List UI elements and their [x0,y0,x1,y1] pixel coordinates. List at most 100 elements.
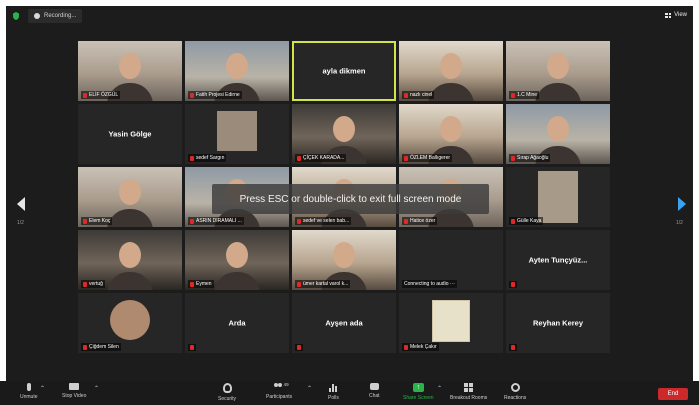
mic-muted-icon [83,92,87,98]
participant-tile[interactable]: Eymen [185,230,289,290]
participant-display-name: Reyhan Kerey [532,318,584,328]
participant-tile[interactable]: Çiğdem Silen [78,293,182,353]
participant-tile[interactable]: nazlı cinel [399,41,503,101]
mic-muted-icon [190,281,194,287]
participant-video-face [226,53,248,79]
unmute-button[interactable]: Unmute [20,383,38,400]
chat-label: Chat [369,393,380,399]
participant-name-text: vertuğ [89,281,103,287]
participant-tile[interactable]: Melek Çakır [399,293,503,353]
security-button[interactable]: Security [218,383,236,402]
recording-indicator[interactable]: Recording... [28,9,83,23]
mic-muted-icon [297,345,301,350]
fullscreen-notice: Press ESC or double-click to exit full s… [212,184,489,214]
participant-tile[interactable]: Arda [185,293,289,353]
mic-muted-icon [83,281,87,287]
participants-label: Participants [266,394,293,400]
participant-tile[interactable]: ümer kartal varol k... [292,230,396,290]
participant-name-text: ümer kartal varol k... [303,281,349,287]
participant-video-face [226,242,248,268]
participant-tile[interactable]: Ayten Tunçyüz... [506,230,610,290]
participant-tile[interactable]: ÇİÇEK KARADA... [292,104,396,164]
next-page-arrow-icon[interactable] [678,197,686,211]
mic-muted-icon [190,155,194,161]
share-screen-icon: ↑ [412,383,424,392]
participant-name-text: Melek Çakır [410,344,437,350]
participant-video-face [440,53,462,79]
reactions-icon [510,383,520,392]
participant-tile[interactable]: Connecting to audio ··· [399,230,503,290]
share-screen-button[interactable]: ↑ Share Screen [403,383,434,401]
participant-name-label: Elem Koç [81,217,113,225]
participant-tile[interactable]: sedef Sargın [185,104,289,164]
participant-name-text: ÇİÇEK KARADA... [303,155,345,161]
participant-name-text: Hatice özer [410,218,436,224]
participant-tile[interactable]: ELİF ÖZGÜL [78,41,182,101]
participant-video-body [107,209,153,227]
participant-name-label: vertuğ [81,280,105,288]
participant-name-text: Çiğdem Silen [89,344,119,350]
chat-button[interactable]: Chat [369,383,380,399]
breakout-rooms-icon [464,383,474,392]
participant-name-text: ÖZLEM Ballıgerer [410,155,451,161]
participant-name-label: ÖZLEM Ballıgerer [402,154,453,162]
participant-video-body [107,272,153,290]
reactions-button[interactable]: Reactions [504,383,526,401]
participant-tile[interactable]: Reyhan Kerey [506,293,610,353]
participant-name-text: 1.C Mine [517,92,538,98]
mic-muted-icon [511,155,515,161]
participants-button[interactable]: 49 Participants [266,382,293,400]
participant-tile[interactable]: Elem Koç [78,167,182,227]
view-label: View [674,12,687,18]
participant-name-label: ÇİÇEK KARADA... [295,154,347,162]
chevron-up-icon[interactable]: ⌃ [437,385,442,392]
mic-muted-icon [404,155,408,161]
participant-tile[interactable]: Sırap Ağaoğlu [506,104,610,164]
video-icon [69,383,80,390]
polls-button[interactable]: Polls [328,383,339,401]
polls-icon [328,383,338,392]
participant-tile[interactable]: Fatih Projesi Edirne [185,41,289,101]
mic-muted-icon [404,92,408,98]
view-button[interactable]: View [665,12,687,18]
chevron-up-icon[interactable]: ⌃ [40,385,45,392]
view-grid-icon [665,12,672,18]
zoom-meeting-window: Recording... View ELİF ÖZGÜL Fatih Projes… [0,0,699,405]
participant-tile[interactable]: vertuğ [78,230,182,290]
chevron-up-icon[interactable]: ⌃ [94,385,99,392]
participant-tile[interactable]: ayla dikmen [292,41,396,101]
previous-page-arrow-icon[interactable] [17,197,25,211]
participant-name-label [509,344,517,351]
breakout-rooms-button[interactable]: Breakout Rooms [450,383,487,401]
security-shield-icon [222,383,232,393]
top-bar: Recording... View [6,6,693,26]
participant-tile[interactable]: Yasin Gölge [78,104,182,164]
participant-display-name: Ayten Tunçyüz... [528,255,588,265]
stop-video-label: Stop Video [62,393,87,399]
participant-profile-picture [110,300,150,340]
mic-muted-icon [297,218,301,224]
participant-video-face [547,116,569,142]
participant-tile[interactable]: Ayşen ada [292,293,396,353]
participant-profile-picture [432,300,470,342]
end-meeting-button[interactable]: End [658,388,688,400]
participant-tile[interactable]: ÖZLEM Ballıgerer [399,104,503,164]
participant-name-label: ümer kartal varol k... [295,280,351,288]
participant-name-label [295,344,303,351]
participant-video-face [333,242,355,268]
participant-tile[interactable]: 1.C Mine [506,41,610,101]
participant-video-face [440,116,462,142]
participant-name-text: Sırap Ağaoğlu [517,155,549,161]
shield-icon[interactable] [12,12,20,20]
participant-tile[interactable]: Gülle Kaya [506,167,610,227]
participant-name-text: Eymen [196,281,212,287]
mic-muted-icon [297,281,301,287]
participant-name-text: Fatih Projesi Edirne [196,92,240,98]
stop-video-button[interactable]: Stop Video [62,383,86,399]
mic-muted-icon [190,218,194,224]
chevron-up-icon[interactable]: ⌃ [307,385,312,392]
participant-name-text: sedef Sargın [196,155,225,161]
participant-name-label [188,344,196,351]
participant-name-label: ASRIN DIRAMALI ... [188,217,244,225]
mic-muted-icon [190,92,194,98]
